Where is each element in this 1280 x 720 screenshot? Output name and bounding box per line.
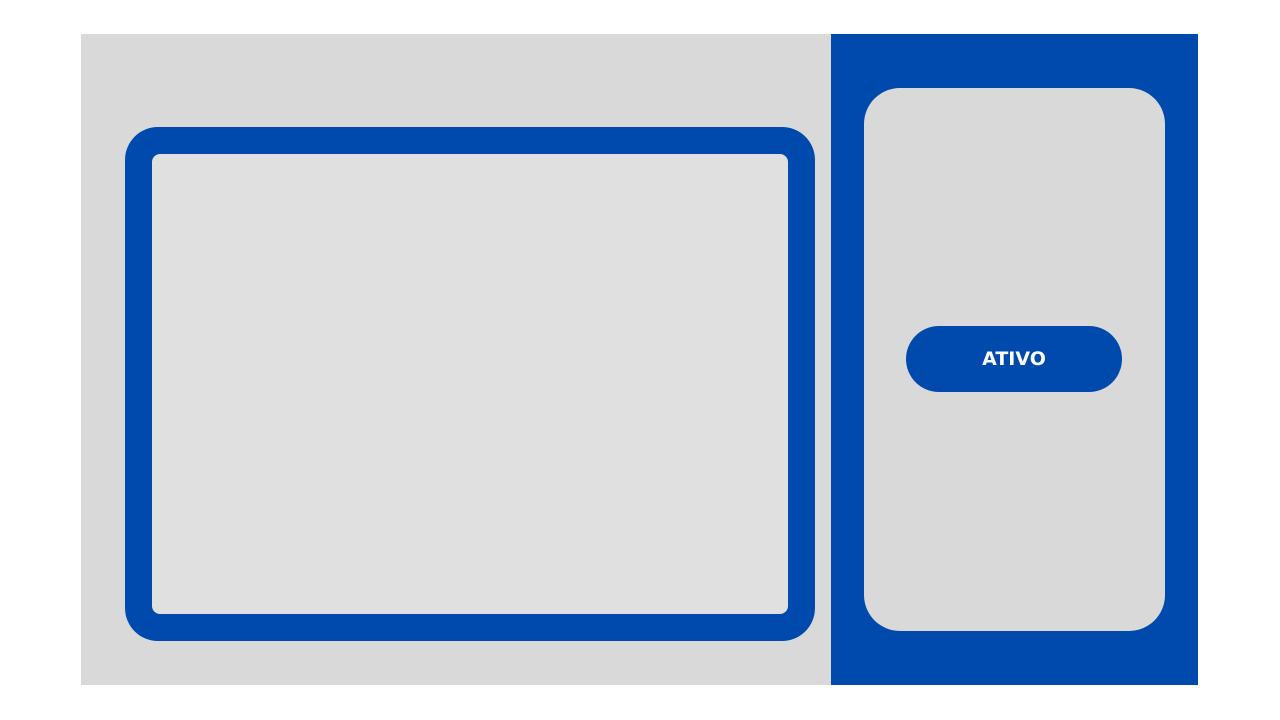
status-button[interactable]: ATIVO	[906, 326, 1122, 392]
control-panel: ATIVO	[831, 34, 1198, 685]
panel-card: ATIVO	[864, 88, 1165, 631]
display-screen	[152, 154, 788, 614]
app-stage: ATIVO	[81, 34, 1198, 685]
display-frame	[125, 127, 815, 641]
